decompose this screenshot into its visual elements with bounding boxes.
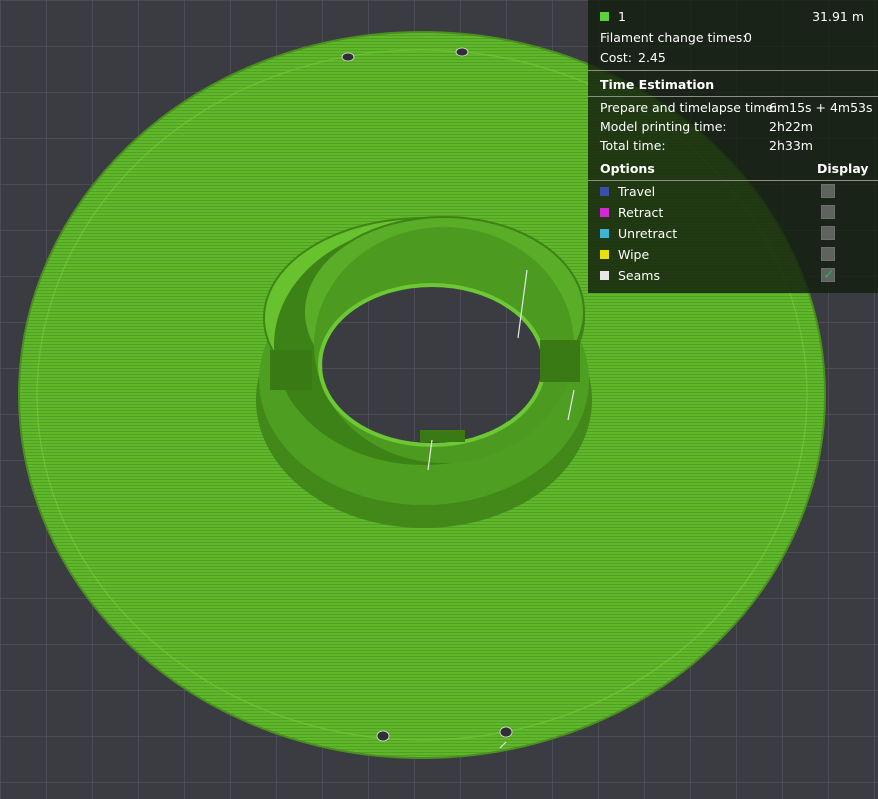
time-label: Total time: (600, 138, 666, 153)
checkmark-icon: ✓ (823, 267, 835, 283)
seams-display-checkbox[interactable]: ✓ (821, 267, 835, 283)
divider (588, 70, 878, 71)
filament-change-row: Filament change times: 0 (588, 27, 878, 48)
filament-change-label: Filament change times: (600, 30, 747, 45)
filament-color-swatch (600, 12, 609, 21)
mounting-hole (376, 730, 390, 742)
display-heading: Display (817, 161, 869, 176)
filament-change-value: 0 (744, 30, 752, 45)
legend-panel: 1 31.91 m Filament change times: 0 Cost:… (588, 0, 878, 293)
option-retract: Retract (588, 202, 878, 223)
time-estimation-header: Time Estimation (588, 74, 878, 95)
time-value: 2h33m (769, 138, 813, 153)
option-seams: Seams ✓ (588, 265, 878, 286)
hub-notch-bottom (420, 430, 465, 442)
retract-display-checkbox[interactable] (821, 205, 835, 219)
option-unretract: Unretract (588, 223, 878, 244)
mounting-hole (499, 726, 513, 738)
filament-row: 1 31.91 m (588, 6, 878, 27)
hub-notch-right (540, 340, 580, 382)
option-label: Seams (618, 268, 660, 283)
option-label: Unretract (618, 226, 678, 241)
wipe-color-swatch (600, 250, 609, 259)
options-header: Options Display (588, 158, 878, 179)
time-row: Model printing time: 2h22m (588, 116, 878, 137)
time-label: Prepare and timelapse time: (600, 100, 778, 115)
option-label: Travel (618, 184, 656, 199)
retract-color-swatch (600, 208, 609, 217)
mounting-hole (455, 47, 469, 57)
cost-label: Cost: (600, 50, 633, 65)
options-heading: Options (600, 161, 655, 176)
option-label: Wipe (618, 247, 650, 262)
mounting-hole (341, 52, 355, 62)
filament-length: 31.91 m (812, 9, 864, 24)
time-value: 2h22m (769, 119, 813, 134)
option-wipe: Wipe (588, 244, 878, 265)
travel-display-checkbox[interactable] (821, 184, 835, 198)
time-label: Model printing time: (600, 119, 727, 134)
travel-color-swatch (600, 187, 609, 196)
time-row: Total time: 2h33m (588, 135, 878, 156)
option-label: Retract (618, 205, 664, 220)
option-travel: Travel (588, 181, 878, 202)
hub-notch-left (270, 350, 312, 390)
time-estimation-heading: Time Estimation (600, 77, 715, 92)
filament-id: 1 (618, 9, 626, 24)
wipe-display-checkbox[interactable] (821, 247, 835, 261)
unretract-color-swatch (600, 229, 609, 238)
time-row: Prepare and timelapse time: 6m15s + 4m53… (588, 97, 878, 118)
cost-value: 2.45 (638, 50, 666, 65)
seams-color-swatch (600, 271, 609, 280)
time-value: 6m15s + 4m53s (769, 100, 873, 115)
unretract-display-checkbox[interactable] (821, 226, 835, 240)
cost-row: Cost: 2.45 (588, 47, 878, 68)
